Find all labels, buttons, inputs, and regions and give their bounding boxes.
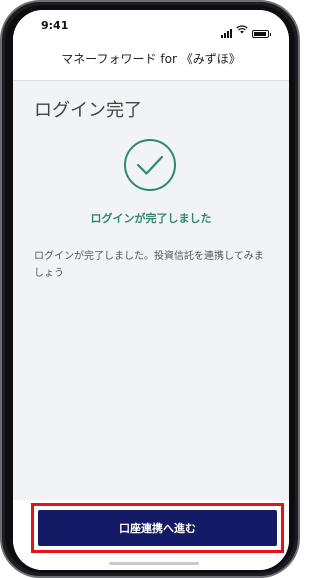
cellular-signal-icon — [221, 29, 232, 38]
battery-icon — [252, 30, 271, 38]
status-time: 9:41 — [41, 19, 69, 32]
success-message: ログインが完了しました — [90, 212, 212, 225]
status-bar: 9:41 — [13, 10, 289, 38]
app-header: マネーフォワード for 《みずほ》 — [13, 38, 289, 81]
description-text: ログインが完了しました。投資信託を連携してみましょう — [34, 251, 264, 279]
check-circle-icon — [124, 139, 176, 191]
wifi-icon — [236, 19, 248, 38]
home-indicator — [109, 562, 199, 565]
app-screen: 9:41 マネーフォワード for 《みずほ》 ログイン完了 ログインが完了しま… — [13, 10, 289, 570]
page-title: ログイン完了 — [34, 100, 142, 121]
phone-frame: 9:41 マネーフォワード for 《みずほ》 ログイン完了 ログインが完了しま… — [0, 0, 300, 578]
connect-account-button[interactable]: 口座連携へ進む — [38, 510, 277, 546]
header-title: マネーフォワード for 《みずほ》 — [61, 52, 241, 66]
status-icons — [221, 19, 271, 38]
